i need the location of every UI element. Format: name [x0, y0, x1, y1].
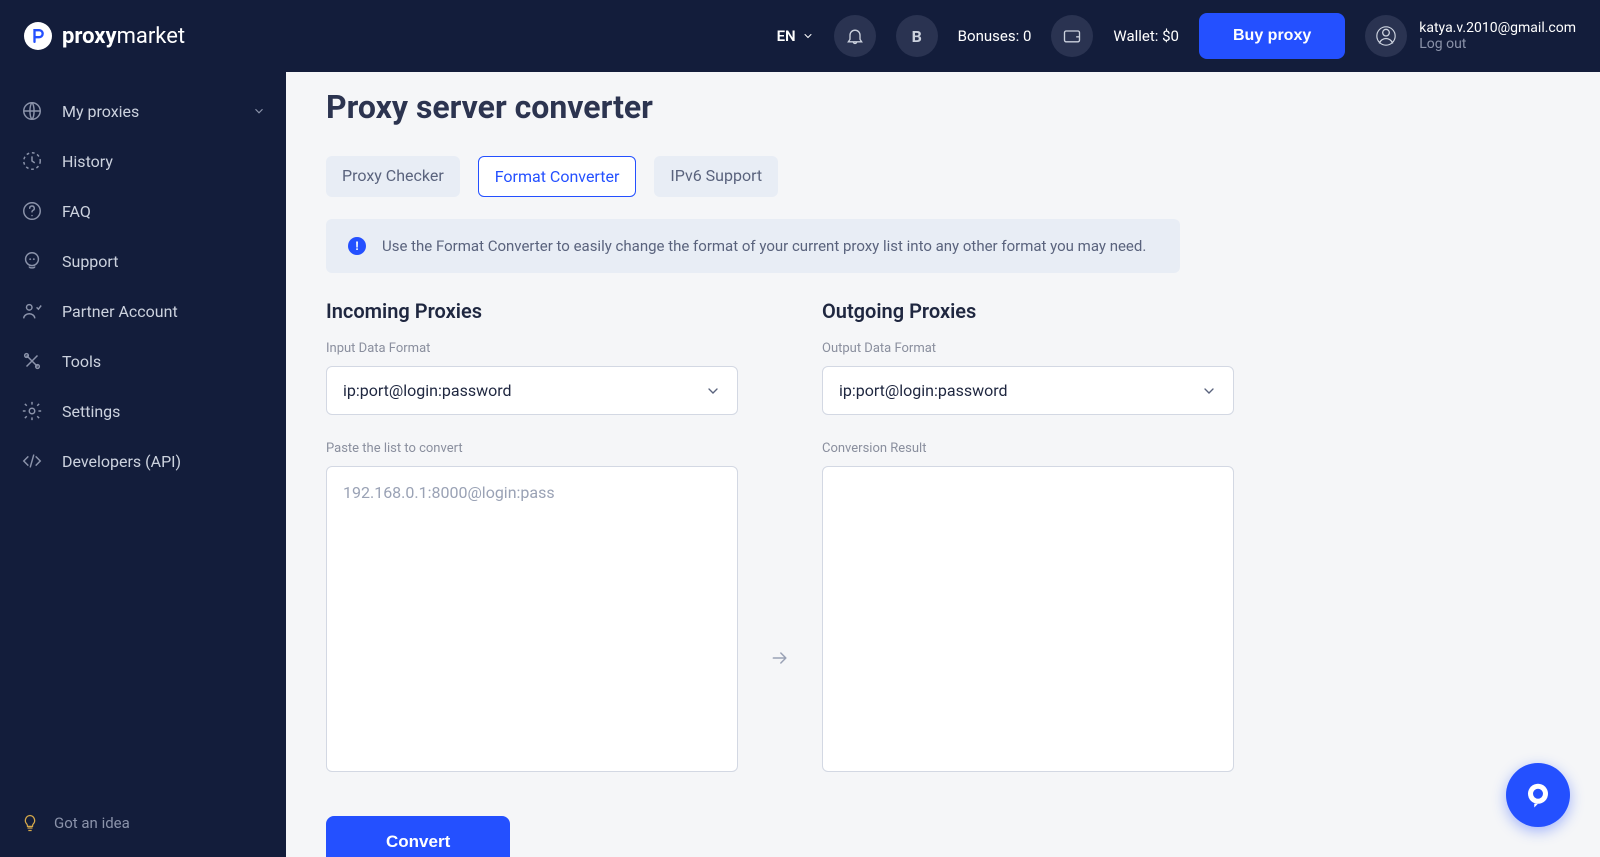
- input-format-select[interactable]: ip:port@login:password: [326, 366, 738, 415]
- language-select[interactable]: EN: [777, 27, 814, 45]
- output-format-select[interactable]: ip:port@login:password: [822, 366, 1234, 415]
- globe-icon: [20, 100, 44, 122]
- wallet-icon: [1062, 26, 1082, 46]
- chevron-down-icon: [1201, 383, 1217, 399]
- sidebar-item-developers[interactable]: Developers (API): [10, 436, 276, 486]
- idea-label: Got an idea: [54, 814, 130, 832]
- sidebar-item-settings[interactable]: Settings: [10, 386, 276, 436]
- language-label: EN: [777, 27, 796, 45]
- got-an-idea-link[interactable]: Got an idea: [10, 803, 276, 843]
- logo-mark-icon: [24, 22, 52, 50]
- convert-button[interactable]: Convert: [326, 816, 510, 857]
- history-icon: [20, 150, 44, 172]
- gear-icon: [20, 400, 44, 422]
- sidebar-item-label: History: [62, 152, 113, 171]
- chat-icon: [1523, 780, 1553, 810]
- sidebar-item-partner[interactable]: Partner Account: [10, 286, 276, 336]
- wallet-icon-button[interactable]: [1051, 15, 1093, 57]
- user-email: katya.v.2010@gmail.com: [1419, 20, 1576, 36]
- tab-ipv6-support[interactable]: IPv6 Support: [654, 156, 778, 197]
- result-label: Conversion Result: [822, 441, 1234, 456]
- incoming-column: Incoming Proxies Input Data Format ip:po…: [326, 299, 738, 776]
- lightbulb-icon: [20, 813, 40, 833]
- sidebar-item-label: Settings: [62, 402, 120, 421]
- notifications-button[interactable]: [834, 15, 876, 57]
- sidebar-item-label: Tools: [62, 352, 101, 371]
- info-icon: !: [348, 237, 366, 255]
- outgoing-title: Outgoing Proxies: [822, 299, 1234, 323]
- chat-fab-button[interactable]: [1506, 763, 1570, 827]
- sidebar-item-tools[interactable]: Tools: [10, 336, 276, 386]
- proxy-input-textarea[interactable]: [326, 466, 738, 772]
- sidebar-item-label: FAQ: [62, 202, 91, 221]
- wallet-label: Wallet: $0: [1113, 27, 1179, 45]
- incoming-title: Incoming Proxies: [326, 299, 738, 323]
- logout-link[interactable]: Log out: [1419, 36, 1576, 52]
- sidebar-item-label: Partner Account: [62, 302, 178, 321]
- bonuses-label: Bonuses: 0: [958, 27, 1032, 45]
- info-message: Use the Format Converter to easily chang…: [382, 237, 1146, 255]
- user-avatar-icon: [1365, 15, 1407, 57]
- proxy-output-textarea[interactable]: [822, 466, 1234, 772]
- tools-icon: [20, 350, 44, 372]
- chevron-down-icon: [705, 383, 721, 399]
- bonuses-icon-button[interactable]: B: [896, 15, 938, 57]
- page-title: Proxy server converter: [326, 88, 1560, 126]
- app-header: proxymarket EN B Bonuses: 0 Wallet:: [0, 0, 1600, 72]
- sidebar-item-my-proxies[interactable]: My proxies: [10, 86, 276, 136]
- output-format-label: Output Data Format: [822, 341, 1234, 356]
- sidebar-item-label: Support: [62, 252, 118, 271]
- code-icon: [20, 450, 44, 472]
- sidebar-item-history[interactable]: History: [10, 136, 276, 186]
- arrow-right-icon: [770, 648, 790, 668]
- partner-icon: [20, 300, 44, 322]
- help-icon: [20, 200, 44, 222]
- chevron-down-icon: [802, 30, 814, 42]
- tab-format-converter[interactable]: Format Converter: [478, 156, 637, 197]
- logo-text: proxymarket: [62, 24, 185, 49]
- chevron-down-icon: [252, 104, 266, 118]
- sidebar-item-label: Developers (API): [62, 452, 181, 471]
- sidebar: My proxies History FAQ Support: [0, 72, 286, 857]
- tab-proxy-checker[interactable]: Proxy Checker: [326, 156, 460, 197]
- paste-list-label: Paste the list to convert: [326, 441, 738, 456]
- bonus-letter-icon: B: [912, 27, 922, 46]
- sidebar-item-support[interactable]: Support: [10, 236, 276, 286]
- output-format-value: ip:port@login:password: [839, 381, 1008, 400]
- user-menu[interactable]: katya.v.2010@gmail.com Log out: [1365, 15, 1576, 57]
- tool-tabs: Proxy Checker Format Converter IPv6 Supp…: [326, 156, 1560, 197]
- info-banner: ! Use the Format Converter to easily cha…: [326, 219, 1180, 273]
- outgoing-column: Outgoing Proxies Output Data Format ip:p…: [822, 299, 1234, 776]
- main-content: Proxy server converter Proxy Checker For…: [286, 72, 1600, 857]
- support-icon: [20, 250, 44, 272]
- logo[interactable]: proxymarket: [24, 22, 185, 50]
- input-format-label: Input Data Format: [326, 341, 738, 356]
- bell-icon: [845, 26, 865, 46]
- sidebar-item-label: My proxies: [62, 102, 139, 121]
- input-format-value: ip:port@login:password: [343, 381, 512, 400]
- sidebar-item-faq[interactable]: FAQ: [10, 186, 276, 236]
- buy-proxy-button[interactable]: Buy proxy: [1199, 13, 1345, 59]
